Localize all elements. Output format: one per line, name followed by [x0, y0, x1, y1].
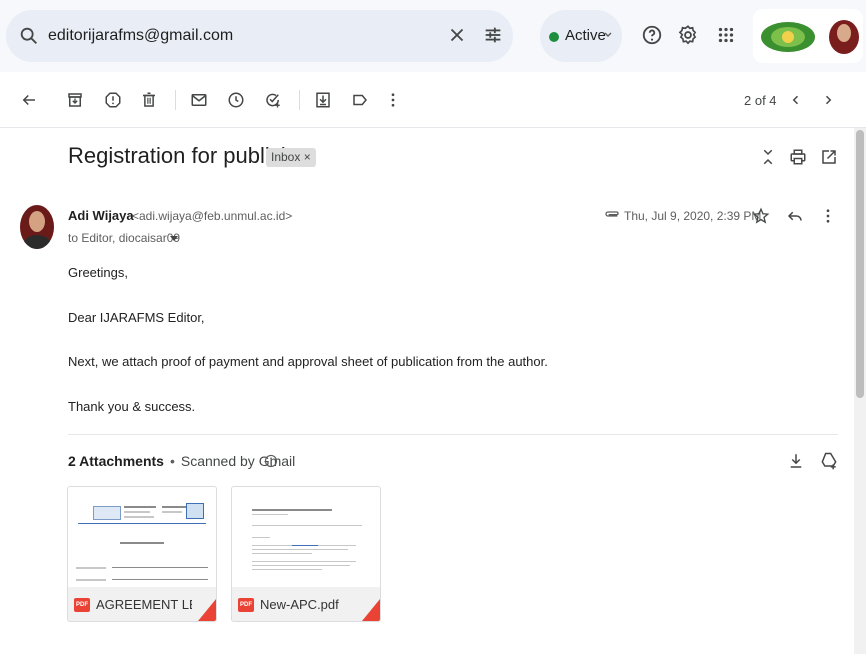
avatar[interactable] [829, 20, 859, 54]
body-line: Dear IJARAFMS Editor, [68, 310, 205, 325]
apps-grid-icon[interactable] [715, 24, 737, 46]
body-line: Greetings, [68, 265, 128, 280]
sender-avatar[interactable] [20, 205, 54, 249]
scrollbar-thumb[interactable] [856, 130, 864, 398]
show-details-icon[interactable] [170, 236, 178, 242]
report-spam-icon[interactable] [104, 91, 122, 109]
organization-logo [761, 22, 815, 52]
label-tag-icon[interactable] [351, 91, 369, 109]
attachments-count: 2 Attachments [68, 453, 164, 469]
status-dot [549, 32, 559, 42]
page-corner-icon [198, 599, 216, 621]
more-vertical-icon[interactable] [384, 91, 402, 109]
sender-email: <adi.wijaya@feb.unmul.ac.id> [132, 209, 293, 223]
collapse-all-icon[interactable] [759, 147, 777, 167]
status-selector[interactable]: Active [540, 10, 622, 62]
attachment-filename: New-APC.pdf [260, 597, 339, 612]
print-icon[interactable] [789, 147, 807, 167]
gear-icon[interactable] [677, 24, 699, 46]
attachment-preview [68, 487, 216, 587]
status-label: Active [565, 27, 606, 44]
attachment-preview [232, 487, 380, 587]
archive-icon[interactable] [66, 91, 84, 109]
attachment-clip-icon [604, 210, 620, 222]
search-icon[interactable] [18, 25, 40, 47]
pdf-file-icon: PDF [238, 598, 254, 612]
chevron-right-icon[interactable] [820, 91, 836, 109]
account-area[interactable] [753, 9, 863, 63]
recipients-line: to Editor, diocaisar09 [68, 231, 181, 245]
filter-options-icon[interactable] [482, 24, 504, 46]
attachments-separator: • [169, 453, 175, 469]
attachment-card[interactable]: PDF New-APC.pdf [231, 486, 381, 622]
mark-unread-icon[interactable] [190, 91, 208, 109]
attachments-header: 2 Attachments • Scanned by Gmail [68, 453, 295, 469]
snooze-clock-icon[interactable] [227, 91, 245, 109]
close-icon[interactable] [446, 24, 468, 46]
star-icon[interactable] [752, 206, 770, 226]
back-arrow-icon[interactable] [20, 91, 38, 109]
search-bar[interactable] [6, 10, 513, 62]
attachment-filename: AGREEMENT LET... [96, 597, 192, 612]
pdf-file-icon: PDF [74, 598, 90, 612]
chevron-left-icon[interactable] [788, 91, 804, 109]
attachments-divider [68, 434, 838, 435]
add-to-drive-icon[interactable] [819, 451, 839, 471]
reply-icon[interactable] [786, 206, 804, 226]
inbox-label-chip[interactable]: Inbox × [266, 148, 316, 167]
help-icon[interactable] [641, 24, 663, 46]
toolbar-divider [175, 90, 176, 110]
open-new-window-icon[interactable] [820, 147, 838, 167]
body-line: Thank you & success. [68, 399, 196, 414]
trash-icon[interactable] [140, 91, 158, 109]
top-bar: Active [0, 0, 866, 72]
body-line: Next, we attach proof of payment and app… [68, 354, 548, 369]
toolbar-divider [299, 90, 300, 110]
sender-name[interactable]: Adi Wijaya [68, 208, 134, 223]
scanned-label: Scanned by Gmail [180, 453, 296, 469]
pagination-count: 2 of 4 [744, 93, 777, 108]
add-task-icon[interactable] [264, 91, 282, 109]
more-vertical-icon[interactable] [819, 206, 837, 226]
move-to-icon[interactable] [314, 91, 332, 109]
download-all-icon[interactable] [787, 451, 805, 471]
email-datetime: Thu, Jul 9, 2020, 2:39 PM [624, 209, 762, 223]
chevron-down-icon [602, 29, 614, 41]
attachment-card[interactable]: PDF AGREEMENT LET... [67, 486, 217, 622]
search-input[interactable] [48, 22, 428, 50]
page-corner-icon [362, 599, 380, 621]
message-toolbar: 2 of 4 [0, 72, 866, 128]
info-icon[interactable] [264, 454, 278, 468]
email-subject: Registration for publish [68, 143, 294, 168]
